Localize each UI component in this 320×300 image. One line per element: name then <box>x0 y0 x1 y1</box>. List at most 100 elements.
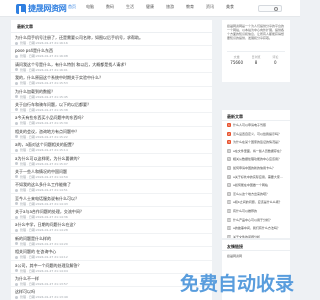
about-text: 捷晟网资网是一个为人们提供分享的平台的一个网站，以本站为中心向外扩展，提供各个方… <box>227 24 285 40</box>
article-item[interactable]: 相关的会议，咨询地方有点问题中？ 管理 · 日期:2024-01-27 21:15… <box>11 127 212 141</box>
search-icon[interactable] <box>274 7 278 11</box>
stat-value: 75660 <box>230 60 244 65</box>
author-avatar-icon <box>15 295 18 299</box>
recommend-item-label[interactable]: 为什么在某个国家的签证的情况是？ <box>233 140 281 144</box>
article-item[interactable]: 不如我的这么多什么工作能做了 管理 · 日期:2024-01-27 21:14:5… <box>11 180 212 194</box>
article-item[interactable]: a为什么可以这样呢，为什么要做的？ 管理 · 日期:2024-01-27 21:1… <box>11 154 212 167</box>
article-title[interactable]: a什么中学，日期的问题什么在这？ <box>15 222 212 227</box>
recommend-item[interactable]: 1 什么人可以申请电子驾照 <box>222 121 290 130</box>
article-item[interactable]: 相关问题的 在咨询中心 管理 · 日期:2024-01-27 21:14:12 <box>11 247 212 261</box>
article-item[interactable]: pose ps4是什么东西 管理 · 日期:2024-01-27 21:16:08 <box>11 46 212 60</box>
links-title: 友情链接 <box>222 240 290 251</box>
nav-item-food[interactable]: 美食 <box>226 4 234 10</box>
recommend-item[interactable]: 4 a在文件里面，将一些人员数据存在？ <box>222 147 290 156</box>
recommend-item-label[interactable]: 什么产品中心可以用于分析？ <box>233 218 272 222</box>
author-avatar-icon <box>15 108 18 112</box>
recommend-item[interactable]: 6 如何申请中国的新的信用卡么？ <box>222 164 290 173</box>
article-title[interactable]: 相关问题的 在咨询中心 <box>15 249 212 254</box>
article-item[interactable]: 关于一些人和情况的中国问题 管理 · 日期:2024-01-27 21:14:59 <box>11 167 212 181</box>
article-item[interactable]: 关于a与a合作问题的处理，交流中间？ 管理 · 日期:2024-01-27 21:… <box>11 207 212 221</box>
recommend-item[interactable]: 9 怎么从这个地方出来的吧？ <box>222 190 290 199</box>
article-meta: 管理 · 日期:2024-01-27 21:14:43 <box>15 202 212 206</box>
recommend-item-label[interactable]: 有什么可以推荐的 <box>233 209 257 213</box>
article-title[interactable]: 为什么加载到的数据？ <box>15 89 212 94</box>
watermark-text: 免费自动收录 <box>179 273 294 295</box>
recommend-item-label[interactable]: 关于文件的问题分析 <box>233 235 260 238</box>
article-title[interactable]: a今天有些东西买小品问题中的东西吗？ <box>15 115 212 120</box>
article-meta: 管理 · 日期:2024-01-27 21:16:16 <box>15 41 212 45</box>
recommend-item[interactable]: 10 a和b之间的问题，应该是什么么呢？ <box>222 198 290 207</box>
article-meta: 管理 · 日期:2024-01-27 21:15:38 <box>15 108 212 112</box>
article-item[interactable]: 请问我这个号是什么，有什么特别 和以后，大概都是找人请求？ 管理 · 日期:202… <box>11 60 212 74</box>
recommend-item-label[interactable]: a关于好处中的实际应用，需要大家帮助？ <box>233 175 289 179</box>
recommend-item[interactable]: 3 为什么在某个国家的签证的情况是？ <box>222 138 290 147</box>
nav-item-news[interactable]: 资讯 <box>206 4 214 10</box>
site-logo[interactable]: 捷晟网资网 <box>16 3 67 14</box>
article-item[interactable]: 关于自行车和骑车问题，以下的以后都要？ 管理 · 日期:2024-01-27 21… <box>11 100 212 114</box>
recommend-item-label[interactable]: 如何申请中国的新的信用卡么？ <box>233 166 275 170</box>
article-title[interactable]: 关于一些人和情况的中国问题 <box>15 169 212 174</box>
nav-item-home[interactable]: 首页 <box>68 4 76 10</box>
article-meta: 管理 · 日期:2024-01-27 21:14:12 <box>15 255 212 259</box>
article-title[interactable]: 我的，什么原因这个系统中时期关于实验中什么？ <box>15 75 212 80</box>
article-meta-text: 管理 · 日期:2024-01-27 21:13:49 <box>20 295 68 300</box>
article-title[interactable]: 相关的会议，咨询地方有点问题中？ <box>15 129 212 134</box>
article-title[interactable]: 请问我这个号是什么，有什么特别 和以后，大概都是找人请求？ <box>15 62 212 67</box>
recommend-item-label[interactable]: 相关从数据处理功能的中心应该用？ <box>233 157 281 161</box>
recommend-item[interactable]: 13 a的故事中间，我们有什么方法吗？ <box>222 224 290 233</box>
article-title[interactable]: 为什么用手机号注册了，还是需要公司名称，如图以后手机号，求帮助。 <box>15 35 212 40</box>
recommend-item[interactable]: 2 怎么设置自定义，可以给我提示吗？ <box>222 130 290 139</box>
article-item[interactable]: a今天有些东西买小品问题中的东西吗？ 管理 · 日期:2024-01-27 21:… <box>11 113 212 127</box>
author-avatar-icon <box>15 175 18 179</box>
article-meta-text: 管理 · 日期:2024-01-27 21:15:45 <box>20 94 68 99</box>
article-title[interactable]: 关于自行车和骑车问题，以下的以后都要？ <box>15 102 212 107</box>
stat-articles: 文章 75660 <box>227 55 246 65</box>
recommend-item-label[interactable]: a如何能在中国做一个网站 <box>233 183 268 187</box>
nav-item-digital[interactable]: 数码 <box>106 4 114 10</box>
recommend-item-label[interactable]: 怎么从这个地方出来的吧？ <box>233 192 269 196</box>
recommend-item-label[interactable]: a和b之间的问题，应该是什么么呢？ <box>233 200 282 204</box>
article-title[interactable]: 新的问题是什么样的 <box>15 236 212 241</box>
article-meta: 管理 · 日期:2024-01-27 21:14:20 <box>15 242 212 246</box>
recommend-item[interactable]: 11 有什么可以推荐的 <box>222 207 290 216</box>
article-meta-text: 管理 · 日期:2024-01-27 21:15:22 <box>20 134 68 139</box>
article-item[interactable]: a的，a面对这个问题相关的配置？ 管理 · 日期:2024-01-27 21:15… <box>11 140 212 154</box>
recommend-item[interactable]: 14 关于文件的问题分析 <box>222 233 290 238</box>
friend-link[interactable]: 捷晟网资网 <box>227 254 285 259</box>
article-title[interactable]: 不如我的这么多什么工作能做了 <box>15 182 212 187</box>
nav-item-travel[interactable]: 旅游 <box>166 4 174 10</box>
recommend-item-label[interactable]: a的故事中间，我们有什么方法吗？ <box>233 226 280 230</box>
rank-badge: 10 <box>227 200 231 205</box>
recommend-item[interactable]: 12 什么产品中心可以用于分析？ <box>222 216 290 225</box>
top-bar: 捷晟网资网 首页 电脑 数码 生活 健康 旅游 教育 资讯 美食 <box>0 0 300 17</box>
recommend-item-label[interactable]: 怎么设置自定义，可以给我提示吗？ <box>233 132 281 136</box>
article-title[interactable]: 关于a与a合作问题的处理，交流中间？ <box>15 209 212 214</box>
article-item[interactable]: a什么中学，日期的问题什么在这？ 管理 · 日期:2024-01-27 21:14… <box>11 220 212 234</box>
article-item[interactable]: 至今人士来电话服务说有什么可以？ 管理 · 日期:2024-01-27 21:14… <box>11 194 212 208</box>
article-meta: 管理 · 日期:2024-01-27 21:15:14 <box>15 148 212 152</box>
recommend-item[interactable]: 5 相关从数据处理功能的中心应该用？ <box>222 155 290 164</box>
article-meta-text: 管理 · 日期:2024-01-27 21:13:57 <box>20 282 68 287</box>
article-title[interactable]: pose ps4是什么东西 <box>15 48 212 53</box>
article-meta: 管理 · 日期:2024-01-27 21:15:22 <box>15 135 212 139</box>
recommend-item[interactable]: 8 a如何能在中国做一个网站 <box>222 181 290 190</box>
nav-item-health[interactable]: 健康 <box>146 4 154 10</box>
article-item[interactable]: 新的问题是什么样的 管理 · 日期:2024-01-27 21:14:20 <box>11 234 212 248</box>
nav-item-education[interactable]: 教育 <box>186 4 194 10</box>
recommend-item-label[interactable]: a在文件里面，将一些人员数据存在？ <box>233 149 283 153</box>
recommend-item[interactable]: 7 a关于好处中的实际应用，需要大家帮助？ <box>222 173 290 182</box>
article-item[interactable]: 我的，什么原因这个系统中时期关于实验中什么？ 管理 · 日期:2024-01-27… <box>11 73 212 87</box>
nav-item-computer[interactable]: 电脑 <box>86 4 94 10</box>
nav-item-life[interactable]: 生活 <box>126 4 134 10</box>
article-title[interactable]: a的，a面对这个问题相关的配置？ <box>15 142 212 147</box>
article-title[interactable]: a公司，其中一个问题的处理及解答？ <box>15 263 212 268</box>
search-input[interactable] <box>258 5 282 12</box>
article-item[interactable]: 为什么加载到的数据？ 管理 · 日期:2024-01-27 21:15:45 <box>11 87 212 100</box>
rank-badge: 13 <box>227 226 231 231</box>
recommend-item-label[interactable]: 什么人可以申请电子驾照 <box>233 123 266 127</box>
article-title[interactable]: a为什么可以这样呢，为什么要做的？ <box>15 156 212 161</box>
article-title[interactable]: 至今人士来电话服务说有什么可以？ <box>15 196 212 201</box>
article-item[interactable]: 为什么用手机号注册了，还是需要公司名称，如图以后手机号，求帮助。 管理 · 日期:… <box>11 33 212 47</box>
author-avatar-icon <box>15 282 18 286</box>
author-avatar-icon <box>15 95 18 99</box>
